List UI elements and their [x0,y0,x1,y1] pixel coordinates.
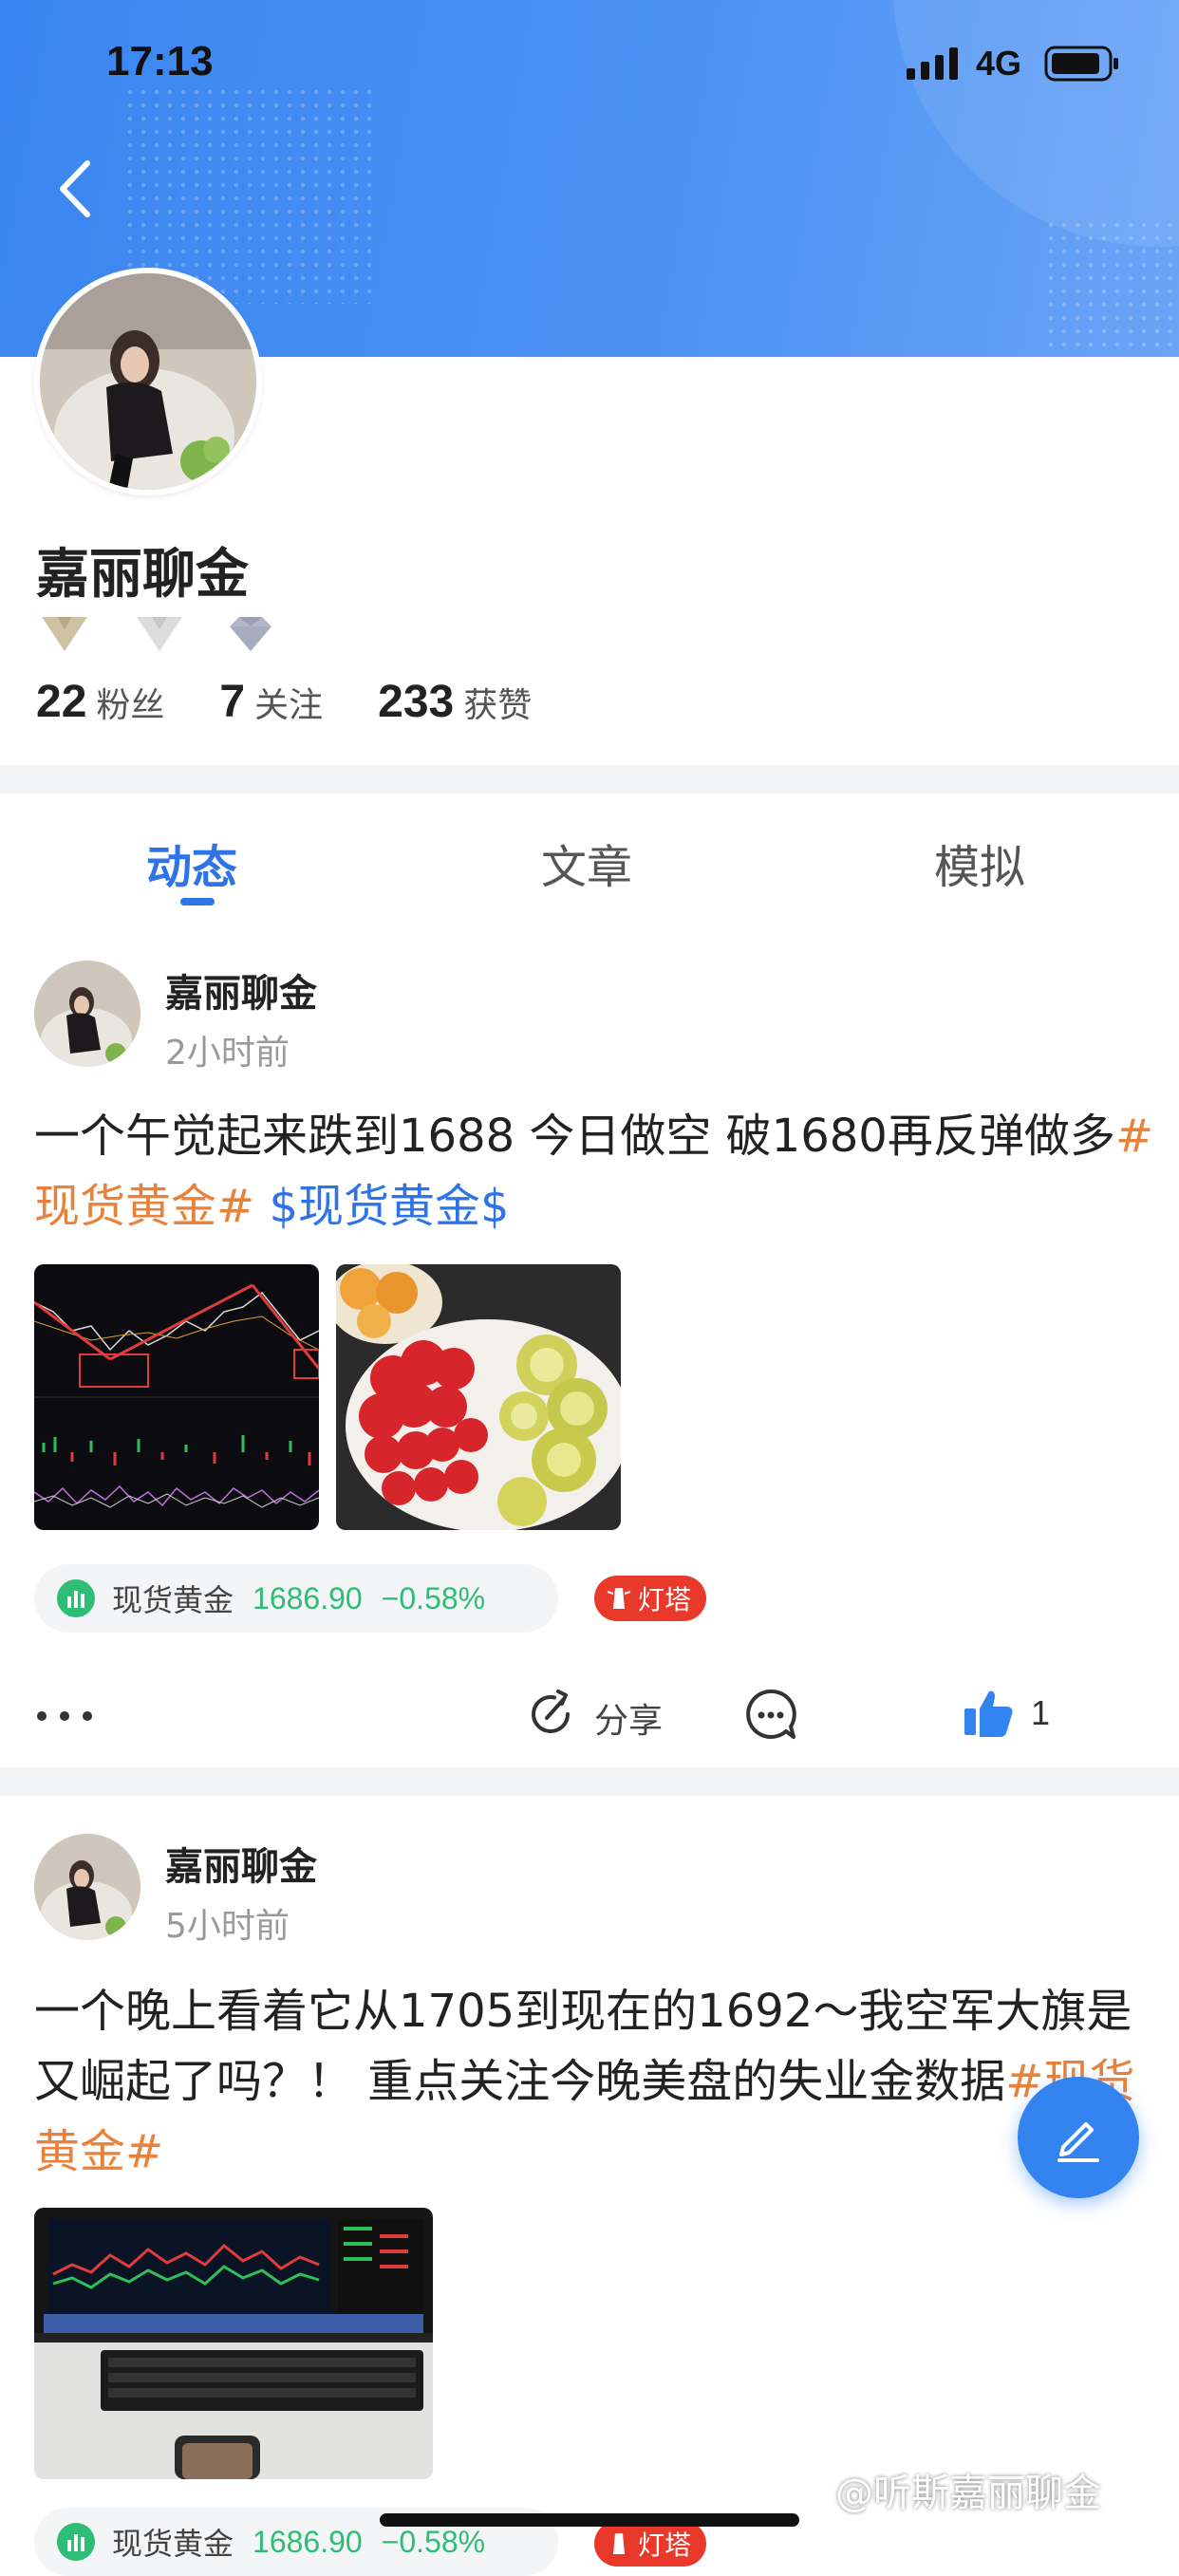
battery-icon [1044,46,1118,82]
post-image-fruit[interactable] [336,1264,621,1530]
stat-label: 获赞 [463,686,533,725]
active-tab-indicator [180,898,215,905]
tab-articles[interactable]: 文章 [541,830,632,896]
ticker-price: 1686.90 [253,2524,363,2559]
profile-stats: 22 粉丝 7 关注 233 获赞 [36,676,532,728]
stat-value: 233 [378,677,455,727]
more-options-icon[interactable] [34,1707,97,1726]
decor-dots [1044,218,1179,351]
stat-label: 粉丝 [96,686,165,725]
network-type: 4G [976,44,1022,83]
stat-label: 关注 [254,686,324,725]
cashtag-link[interactable]: $现货黄金$ [270,1180,510,1233]
bronze-medal-icon [42,617,87,651]
back-arrow-icon[interactable] [49,156,103,222]
lighthouse-badge[interactable]: 灯塔 [594,2521,707,2567]
lighthouse-icon [607,1588,631,1609]
profile-name: 嘉丽聊金 [36,544,249,606]
watermark: @听斯嘉丽聊金 [835,2472,1101,2515]
post-image-chart[interactable] [34,1264,319,1530]
post-author-name[interactable]: 嘉丽聊金 [165,1836,317,1891]
ticker-chart-icon [57,2523,95,2561]
post-author-name[interactable]: 嘉丽聊金 [165,962,317,1017]
pencil-icon [1057,2122,1099,2162]
ticker-name: 现货黄金 [112,2526,234,2562]
stat-value: 7 [219,677,246,727]
stat-following[interactable]: 7 关注 [219,676,323,728]
compose-button[interactable] [1018,2077,1139,2198]
share-icon[interactable] [524,1688,577,1741]
stat-likes[interactable]: 233 获赞 [378,676,532,728]
status-time: 17:13 [106,38,214,84]
silver-medal-icon [137,617,182,651]
badge-label: 灯塔 [638,2529,692,2561]
ticker-change: −0.58% [381,1580,486,1615]
ticker-name: 现货黄金 [112,1582,234,1618]
like-thumb-icon[interactable] [963,1686,1016,1739]
post-author-avatar[interactable] [34,961,140,1067]
post-body: 一个晚上看着它从1705到现在的1692～我空军大旗是又崛起了吗？！ 重点关注今… [34,1985,1132,2108]
post-body: 一个午觉起来跌到1688 今日做空 破1680再反弹做多 [34,1110,1115,1163]
profile-avatar[interactable] [34,268,262,495]
like-count: 1 [1031,1693,1051,1732]
diamond-medal-icon [230,617,271,651]
stat-value: 22 [36,677,87,727]
tab-bar: 动态 文章 模拟 [0,790,1179,913]
comment-icon[interactable] [744,1688,797,1741]
post-time: 5小时前 [165,1907,290,1946]
post-author-avatar[interactable] [34,1834,140,1940]
ticker-price: 1686.90 [253,1580,363,1615]
section-divider [0,1767,1179,1796]
ticker-change: −0.58% [381,2524,486,2559]
lighthouse-badge[interactable]: 灯塔 [594,1576,707,1621]
post-time: 2小时前 [165,1034,290,1073]
stat-followers[interactable]: 22 粉丝 [36,676,164,728]
home-indicator[interactable] [380,2513,799,2527]
share-label[interactable]: 分享 [594,1693,663,1743]
lighthouse-icon [613,2533,625,2554]
tab-dynamics[interactable]: 动态 [146,830,237,896]
ticker-chart-icon [57,1579,95,1617]
decor-circle [892,0,1179,247]
post-image-monitor[interactable] [34,2208,433,2479]
stock-ticker-chip[interactable]: 现货黄金 1686.90 −0.58% [34,1564,558,1633]
post-text[interactable]: 一个午觉起来跌到1688 今日做空 破1680再反弹做多#现货黄金# $现货黄金… [34,1101,1154,1241]
tab-simulation[interactable]: 模拟 [934,830,1025,896]
signal-icon [907,47,958,80]
post-text[interactable]: 一个晚上看着它从1705到现在的1692～我空军大旗是又崛起了吗？！ 重点关注今… [34,1976,1154,2187]
badge-label: 灯塔 [638,1584,692,1615]
